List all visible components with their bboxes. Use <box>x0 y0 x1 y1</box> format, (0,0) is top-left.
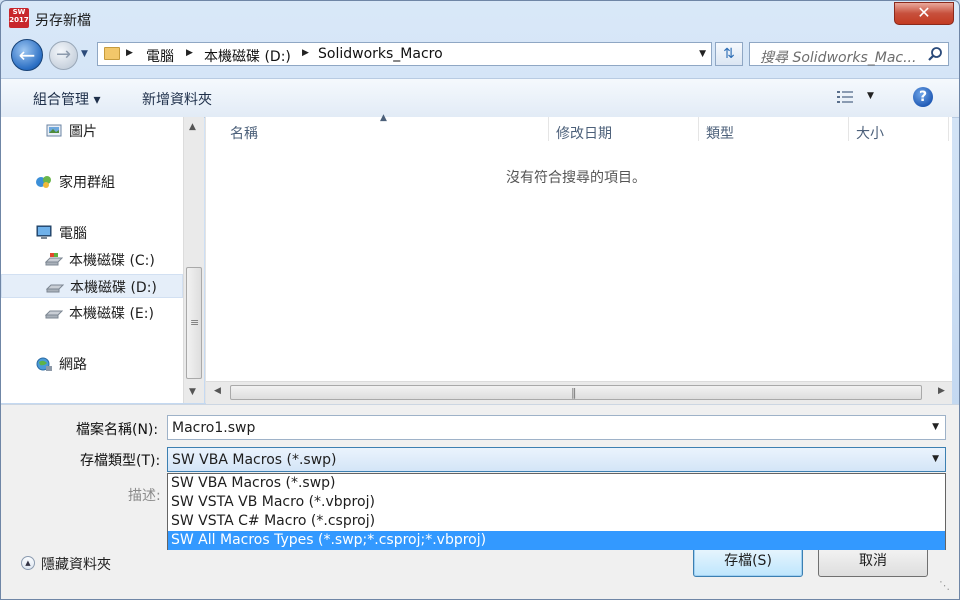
empty-folder-message: 沒有符合搜尋的項目。 <box>506 170 646 186</box>
sidebar-item-label: 本機磁碟 (D:) <box>70 280 157 296</box>
description-label: 描述: <box>128 488 161 504</box>
filetype-option-all-macros[interactable]: SW All Macros Types (*.swp;*.csproj;*.vb… <box>168 531 945 550</box>
address-bar[interactable]: ▶ 電腦 ▶ 本機磁碟 (D:) ▶ Solidworks_Macro ▼ <box>97 42 712 66</box>
change-view-icon[interactable] <box>836 89 854 105</box>
file-list[interactable]: 名稱 ▲ 修改日期 類型 大小 沒有符合搜尋的項目。 ◀ ‖ ▶ <box>205 113 952 404</box>
address-history-dropdown-icon[interactable]: ▼ <box>699 49 706 59</box>
drive-d-icon <box>46 284 64 293</box>
sidebar-item-computer[interactable]: 電腦 <box>1 221 183 245</box>
column-divider[interactable] <box>848 117 849 141</box>
filetype-dropdown-icon[interactable]: ▼ <box>932 454 939 464</box>
search-input[interactable]: 搜尋 Solidworks_Mac... <box>760 47 920 67</box>
filetype-select[interactable]: SW VBA Macros (*.swp) ▼ <box>167 447 946 472</box>
help-icon[interactable]: ? <box>913 87 933 107</box>
column-divider[interactable] <box>548 117 549 141</box>
sidebar-item-label: 電腦 <box>59 226 87 242</box>
filetype-option-vsta-csharp[interactable]: SW VSTA C# Macro (*.csproj) <box>168 512 945 531</box>
column-divider[interactable] <box>698 117 699 141</box>
column-header-size[interactable]: 大小 <box>856 123 884 143</box>
scroll-left-icon[interactable]: ◀ <box>214 386 221 396</box>
solidworks-app-icon: SW 2017 <box>9 8 29 28</box>
column-divider[interactable] <box>948 117 949 141</box>
column-header-name[interactable]: 名稱 <box>230 123 258 143</box>
filetype-option-vba[interactable]: SW VBA Macros (*.swp) <box>168 474 945 493</box>
sidebar-item-network[interactable]: 網路 <box>1 352 183 376</box>
sidebar-item-label: 家用群組 <box>59 175 115 191</box>
resize-grip-icon[interactable]: ⋱ <box>939 579 950 592</box>
scroll-right-icon[interactable]: ▶ <box>938 386 945 396</box>
scroll-thumb[interactable]: ≡ <box>186 267 202 379</box>
navigation-pane[interactable]: 圖片 家用群組 電腦 本機磁碟 (C:) 本機磁碟 (D:) 本機磁碟 (E:)… <box>1 117 204 403</box>
sidebar-item-label: 本機磁碟 (E:) <box>69 306 154 322</box>
filetype-option-vsta-vb[interactable]: SW VSTA VB Macro (*.vbproj) <box>168 493 945 512</box>
navigation-scrollbar[interactable]: ▲ ≡ ▼ <box>183 117 204 403</box>
breadcrumb-separator-icon[interactable]: ▶ <box>186 48 193 58</box>
sidebar-item-homegroup[interactable]: 家用群組 <box>1 170 183 194</box>
network-icon <box>36 357 52 371</box>
forward-button[interactable]: → <box>49 41 78 70</box>
organize-button[interactable]: 組合管理 ▾ <box>33 89 100 109</box>
folder-icon <box>104 47 120 60</box>
sidebar-item-label: 圖片 <box>69 124 97 140</box>
sort-ascending-icon: ▲ <box>380 113 387 123</box>
filename-label: 檔案名稱(N): <box>76 422 159 438</box>
breadcrumb-solidworks-macro[interactable]: Solidworks_Macro <box>318 46 443 62</box>
search-icon[interactable] <box>927 46 943 62</box>
refresh-button[interactable]: ⇅ <box>715 42 743 66</box>
filetype-dropdown-list[interactable]: SW VBA Macros (*.swp) SW VSTA VB Macro (… <box>167 473 946 550</box>
window-title: 另存新檔 <box>35 13 91 29</box>
drive-e-icon <box>45 310 63 319</box>
filetype-label: 存檔類型(T): <box>80 453 161 469</box>
hide-folders-label: 隱藏資料夾 <box>41 557 111 573</box>
save-button[interactable]: 存檔(S) <box>693 546 803 577</box>
filename-input[interactable]: Macro1.swp <box>172 420 255 436</box>
scroll-thumb[interactable]: ‖ <box>230 385 922 400</box>
close-button[interactable]: ✕ <box>894 2 954 25</box>
command-toolbar: 組合管理 ▾ 新增資料夾 ▼ ? <box>1 78 959 118</box>
file-list-horizontal-scrollbar[interactable]: ◀ ‖ ▶ <box>206 381 952 404</box>
sidebar-item-drive-d[interactable]: 本機磁碟 (D:) <box>1 274 183 298</box>
column-header-type[interactable]: 類型 <box>706 123 734 143</box>
scroll-down-icon[interactable]: ▼ <box>189 387 196 397</box>
sidebar-item-drive-e[interactable]: 本機磁碟 (E:) <box>1 301 183 325</box>
search-box[interactable]: 搜尋 Solidworks_Mac... <box>749 42 949 66</box>
breadcrumb-drive-d[interactable]: 本機磁碟 (D:) <box>204 46 291 66</box>
save-as-dialog: SW 2017 另存新檔 ✕ ← → ▼ ▶ 電腦 ▶ 本機磁碟 (D:) ▶ S… <box>0 0 960 600</box>
breadcrumb-separator-icon[interactable]: ▶ <box>302 48 309 58</box>
pictures-icon <box>46 124 62 137</box>
view-options-dropdown-icon[interactable]: ▼ <box>867 91 874 101</box>
breadcrumb-separator-icon[interactable]: ▶ <box>126 48 133 58</box>
filetype-selected-value: SW VBA Macros (*.swp) <box>172 452 337 468</box>
new-folder-button[interactable]: 新增資料夾 <box>142 89 212 109</box>
column-header-date-modified[interactable]: 修改日期 <box>556 123 612 143</box>
filename-history-dropdown-icon[interactable]: ▼ <box>932 422 939 432</box>
collapse-icon[interactable]: ▲ <box>21 556 35 570</box>
sidebar-item-label: 本機磁碟 (C:) <box>69 253 155 269</box>
sidebar-item-pictures[interactable]: 圖片 <box>1 119 183 143</box>
back-button[interactable]: ← <box>11 39 43 71</box>
recent-pages-dropdown-icon[interactable]: ▼ <box>81 49 88 59</box>
title-bar[interactable]: SW 2017 另存新檔 ✕ <box>1 1 959 35</box>
scroll-up-icon[interactable]: ▲ <box>189 122 196 132</box>
homegroup-icon <box>36 176 51 188</box>
navigation-bar: ← → ▼ ▶ 電腦 ▶ 本機磁碟 (D:) ▶ Solidworks_Macr… <box>1 37 959 75</box>
breadcrumb-computer[interactable]: 電腦 <box>146 46 174 66</box>
cancel-button[interactable]: 取消 <box>818 546 928 577</box>
sidebar-item-label: 網路 <box>59 357 87 373</box>
computer-icon <box>36 225 52 239</box>
sidebar-item-drive-c[interactable]: 本機磁碟 (C:) <box>1 248 183 272</box>
drive-c-icon <box>45 253 63 266</box>
filename-field[interactable]: Macro1.swp ▼ <box>167 415 946 440</box>
